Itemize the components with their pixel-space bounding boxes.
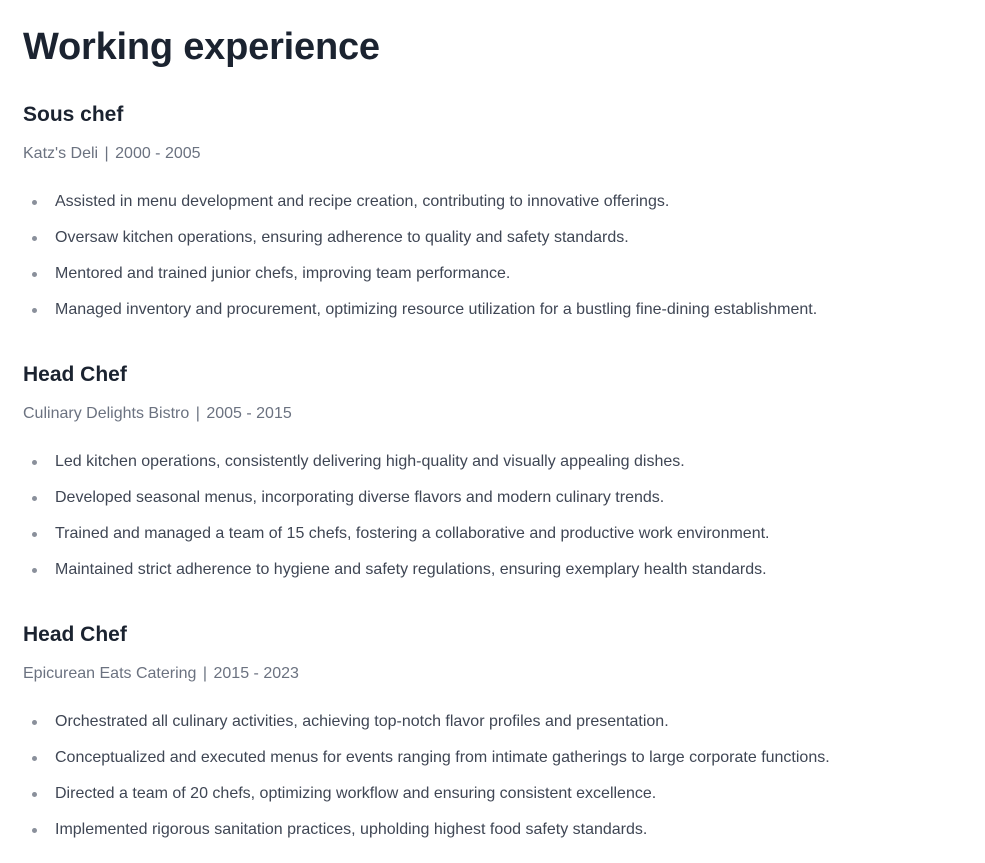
- duty-item: Orchestrated all culinary activities, ac…: [23, 710, 963, 734]
- job-company: Katz's Deli: [23, 145, 99, 162]
- duty-item: Mentored and trained junior chefs, impro…: [23, 262, 963, 286]
- bullet-icon: [32, 828, 37, 833]
- duty-item: Developed seasonal menus, incorporating …: [23, 486, 963, 510]
- bullet-icon: [32, 236, 37, 241]
- duty-text: Developed seasonal menus, incorporating …: [55, 489, 665, 506]
- meta-separator: |: [104, 145, 109, 162]
- job-period: 2000 - 2005: [115, 145, 201, 162]
- duty-text: Oversaw kitchen operations, ensuring adh…: [55, 229, 629, 246]
- bullet-icon: [32, 792, 37, 797]
- duty-text: Conceptualized and executed menus for ev…: [55, 749, 830, 766]
- meta-separator: |: [195, 405, 200, 422]
- job-company: Culinary Delights Bistro: [23, 405, 190, 422]
- job-entry-head-chef-bistro: Head Chef Culinary Delights Bistro | 200…: [23, 360, 963, 594]
- bullet-icon: [32, 496, 37, 501]
- job-company: Epicurean Eats Catering: [23, 665, 197, 682]
- bullet-icon: [32, 532, 37, 537]
- bullet-icon: [32, 756, 37, 761]
- duty-list: Led kitchen operations, consistently del…: [23, 450, 963, 582]
- duty-item: Assisted in menu development and recipe …: [23, 190, 963, 214]
- duty-item: Managed inventory and procurement, optim…: [23, 298, 963, 322]
- duty-text: Led kitchen operations, consistently del…: [55, 453, 685, 470]
- duty-item: Led kitchen operations, consistently del…: [23, 450, 963, 474]
- duty-list: Orchestrated all culinary activities, ac…: [23, 710, 963, 842]
- duty-text: Trained and managed a team of 15 chefs, …: [55, 525, 770, 542]
- job-entry-sous-chef: Sous chef Katz's Deli | 2000 - 2005 Assi…: [23, 100, 963, 334]
- meta-separator: |: [202, 665, 208, 682]
- page-title: Working experience: [23, 26, 380, 68]
- duty-text: Orchestrated all culinary activities, ac…: [55, 713, 669, 730]
- duty-item: Maintained strict adherence to hygiene a…: [23, 558, 963, 582]
- job-meta: Katz's Deli | 2000 - 2005: [23, 142, 963, 166]
- job-title: Head Chef: [23, 623, 127, 646]
- duty-text: Mentored and trained junior chefs, impro…: [55, 265, 511, 282]
- duty-item: Directed a team of 20 chefs, optimizing …: [23, 782, 963, 806]
- duty-text: Implemented rigorous sanitation practice…: [55, 821, 648, 838]
- bullet-icon: [32, 272, 37, 277]
- duty-text: Directed a team of 20 chefs, optimizing …: [55, 785, 657, 802]
- duty-item: Implemented rigorous sanitation practice…: [23, 818, 963, 842]
- duty-item: Trained and managed a team of 15 chefs, …: [23, 522, 963, 546]
- job-entry-head-chef-catering: Head Chef Epicurean Eats Catering | 2015…: [23, 620, 963, 854]
- job-meta: Epicurean Eats Catering | 2015 - 2023: [23, 662, 963, 686]
- job-period: 2005 - 2015: [206, 405, 292, 422]
- job-title: Head Chef: [23, 363, 127, 386]
- duty-list: Assisted in menu development and recipe …: [23, 190, 963, 322]
- job-meta: Culinary Delights Bistro | 2005 - 2015: [23, 402, 963, 426]
- bullet-icon: [32, 308, 37, 313]
- bullet-icon: [32, 460, 37, 465]
- bullet-icon: [32, 200, 37, 205]
- duty-text: Maintained strict adherence to hygiene a…: [55, 561, 767, 578]
- bullet-icon: [32, 568, 37, 573]
- job-period: 2015 - 2023: [213, 665, 299, 682]
- duty-text: Assisted in menu development and recipe …: [55, 193, 670, 210]
- duty-item: Oversaw kitchen operations, ensuring adh…: [23, 226, 963, 250]
- job-title: Sous chef: [23, 103, 124, 126]
- duty-item: Conceptualized and executed menus for ev…: [23, 746, 963, 770]
- bullet-icon: [32, 720, 37, 725]
- working-experience-section: Working experience Sous chef Katz's Deli…: [0, 0, 985, 863]
- duty-text: Managed inventory and procurement, optim…: [55, 301, 818, 318]
